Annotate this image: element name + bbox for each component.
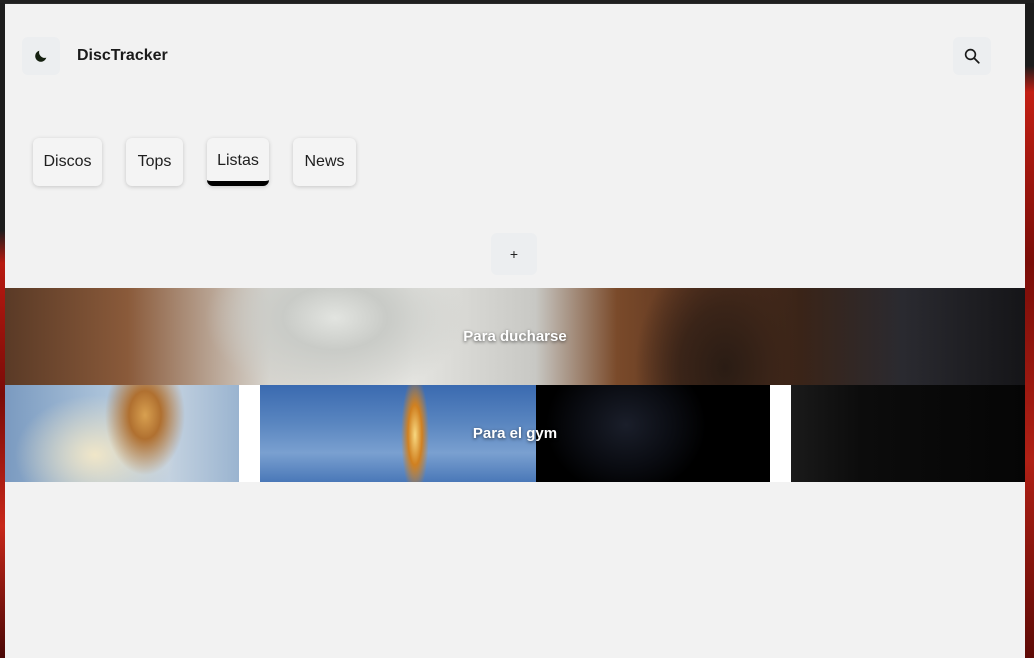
theme-toggle-button[interactable] <box>22 37 60 75</box>
list-item-para-ducharse[interactable]: Para ducharse <box>5 288 1025 385</box>
tab-listas[interactable]: Listas <box>207 138 269 186</box>
add-list-button[interactable]: + <box>491 233 537 275</box>
tab-discos[interactable]: Discos <box>33 138 102 186</box>
desktop-wallpaper-right <box>1025 0 1034 658</box>
tab-label: News <box>304 153 345 170</box>
list-cover-image <box>536 385 770 482</box>
list-cover-gap <box>239 385 260 482</box>
tab-news[interactable]: News <box>293 138 356 186</box>
app-title: DiscTracker <box>77 47 168 64</box>
list-item-para-el-gym[interactable]: Para el gym <box>5 385 1025 482</box>
tab-tops[interactable]: Tops <box>126 138 183 186</box>
search-icon <box>964 48 980 64</box>
search-button[interactable] <box>953 37 991 75</box>
tab-label: Listas <box>217 152 259 169</box>
app-window: DiscTracker Discos Tops Listas News + Pa… <box>5 3 1025 658</box>
tab-label: Discos <box>43 153 92 170</box>
list-title: Para el gym <box>472 425 558 442</box>
list-cover-image <box>791 385 1025 482</box>
plus-icon: + <box>509 246 519 262</box>
tab-label: Tops <box>137 153 172 170</box>
moon-icon <box>35 50 47 62</box>
list-cover-gap <box>770 385 791 482</box>
list-title: Para ducharse <box>463 328 567 345</box>
list-cover-image <box>5 385 239 482</box>
